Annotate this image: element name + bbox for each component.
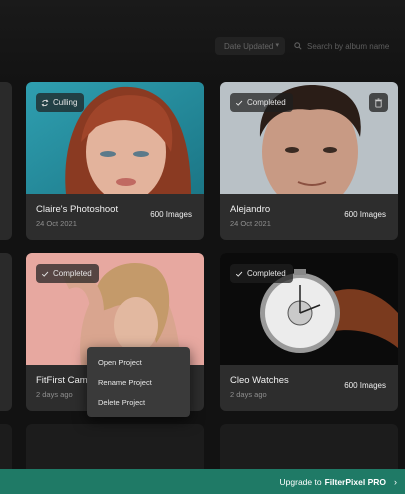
image-count: 600 Images [150,210,192,219]
project-title: Cleo Watches [230,375,289,386]
project-card[interactable]: Completed Cleo Watches 2 days ago 600 Im… [220,253,398,411]
project-date: 2 days ago [230,390,267,399]
context-menu: Open Project Rename Project Delete Proje… [87,347,190,417]
check-icon [41,271,49,277]
menu-item-rename-project[interactable]: Rename Project [98,378,152,387]
upgrade-prefix: Upgrade to [279,476,322,487]
chevron-down-icon: ▾ [275,42,279,49]
card-edge-left [0,82,12,240]
project-card[interactable]: Culling Claire's Photoshoot 24 Oct 2021 … [26,82,204,240]
chevron-right-icon: › [394,476,397,487]
check-icon [235,271,243,277]
upgrade-product: FilterPixel PRO [324,476,386,487]
status-label: Completed [247,98,286,107]
check-icon [235,100,243,106]
project-date: 2 days ago [36,390,73,399]
menu-item-delete-project[interactable]: Delete Project [98,398,145,407]
status-badge: Completed [230,93,293,112]
image-count: 600 Images [344,210,386,219]
sync-icon [41,99,49,106]
status-badge: Completed [230,264,293,283]
project-date: 24 Oct 2021 [36,219,77,228]
status-label: Completed [247,269,286,278]
trash-icon [374,98,383,107]
image-count: 600 Images [344,381,386,390]
sort-dropdown-label: Date Updated [224,41,274,51]
card-edge-left [0,253,12,411]
project-title: Alejandro [230,204,271,215]
search-placeholder: Search by album name [307,41,390,51]
sort-dropdown[interactable]: Date Updated ▾ [215,37,285,55]
project-date: 24 Oct 2021 [230,219,271,228]
menu-item-open-project[interactable]: Open Project [98,358,142,367]
project-card[interactable]: Completed Alejandro 24 Oct 2021 600 Imag… [220,82,398,240]
upgrade-banner[interactable]: Upgrade to FilterPixel PRO › [0,469,405,494]
search-input[interactable]: Search by album name [294,37,394,55]
status-badge: Completed [36,264,99,283]
search-icon [294,42,302,50]
status-label: Culling [53,98,78,107]
top-bar: Date Updated ▾ Search by album name [0,0,405,80]
status-badge: Culling [36,93,85,112]
status-label: Completed [53,269,92,278]
delete-button[interactable] [369,93,388,112]
project-title: Claire's Photoshoot [36,204,119,215]
